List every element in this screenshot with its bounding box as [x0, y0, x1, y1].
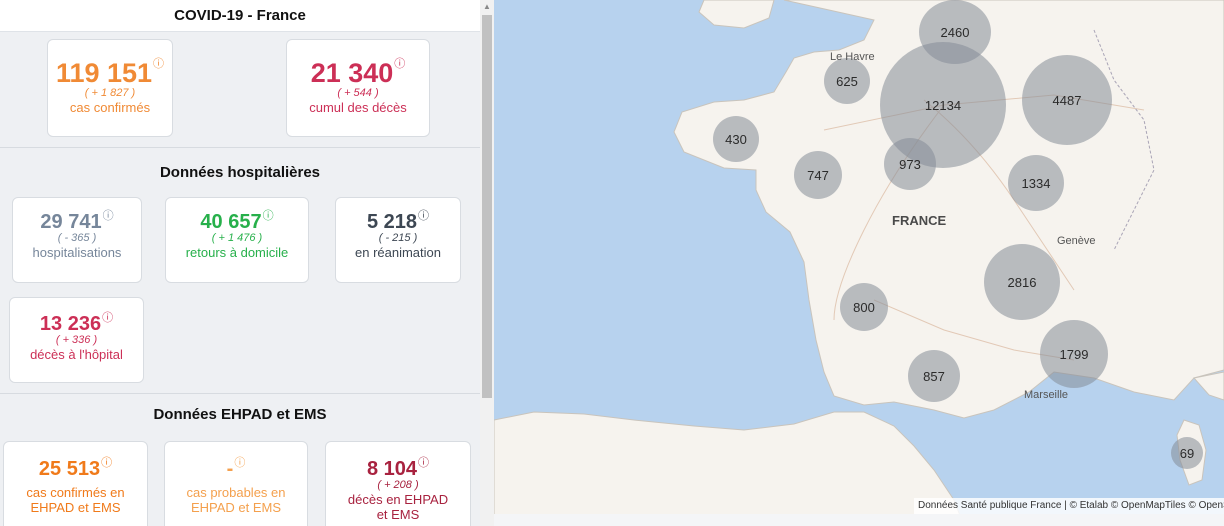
- info-icon[interactable]: ⓘ: [102, 312, 113, 324]
- scroll-thumb[interactable]: [482, 15, 492, 398]
- cluster-marker[interactable]: 1334: [1008, 155, 1064, 211]
- info-icon[interactable]: ⓘ: [263, 210, 274, 222]
- hospitalisations-card: 29 741ⓘ ( - 365 ) hospitalisations: [12, 197, 142, 283]
- cluster-marker[interactable]: 430: [713, 116, 759, 162]
- stats-panel: COVID-19 - France 119 151ⓘ ( + 1 827 ) c…: [0, 0, 480, 526]
- place-label: Marseille: [1024, 389, 1069, 401]
- cluster-marker[interactable]: 625: [824, 58, 870, 104]
- confirmed-cases-delta: ( + 1 827 ): [84, 87, 136, 99]
- cluster-marker[interactable]: 2816: [984, 244, 1060, 320]
- info-icon[interactable]: ⓘ: [394, 58, 405, 70]
- returns-home-label: retours à domicile: [185, 245, 289, 260]
- info-icon[interactable]: ⓘ: [234, 457, 245, 469]
- ehpad-probable-label-2: EHPAD et EMS: [190, 500, 282, 515]
- cluster-marker[interactable]: 69: [1171, 437, 1203, 469]
- hospital-deaths-delta: ( + 336 ): [55, 334, 98, 346]
- ehpad-confirmed-value: 25 513: [38, 458, 101, 480]
- info-icon[interactable]: ⓘ: [103, 210, 114, 222]
- returns-home-card: 40 657ⓘ ( + 1 476 ) retours à domicile: [165, 197, 309, 283]
- icu-card: 5 218ⓘ ( - 215 ) en réanimation: [335, 197, 461, 283]
- ehpad-probable-value: -: [226, 458, 234, 480]
- divider: [0, 393, 480, 394]
- info-icon[interactable]: ⓘ: [101, 457, 112, 469]
- ehpad-probable-card: -ⓘ cas probables en EHPAD et EMS: [164, 441, 308, 526]
- hospitalisations-delta: ( - 365 ): [57, 232, 97, 244]
- hospitalisations-label: hospitalisations: [32, 245, 122, 260]
- deaths-value: 21 340: [310, 58, 394, 88]
- deaths-delta: ( + 544 ): [337, 87, 379, 99]
- info-icon[interactable]: ⓘ: [418, 210, 429, 222]
- ehpad-confirmed-label-2: EHPAD et EMS: [30, 500, 121, 515]
- ehpad-confirmed-label: cas confirmés en: [26, 485, 125, 500]
- icu-label: en réanimation: [355, 245, 441, 260]
- deaths-label: cumul des décès: [309, 100, 407, 115]
- cluster-marker[interactable]: 1799: [1040, 320, 1108, 388]
- map-bottom-strip: [494, 514, 1224, 526]
- map-view[interactable]: 2460 625 12134 4487 430 973 747 1334 281…: [494, 0, 1224, 526]
- cluster-marker[interactable]: 973: [884, 138, 936, 190]
- scroll-up-arrow-icon[interactable]: ▲: [480, 0, 494, 14]
- confirmed-cases-card: 119 151ⓘ ( + 1 827 ) cas confirmés: [47, 39, 173, 137]
- cluster-marker[interactable]: 857: [908, 350, 960, 402]
- panel-scrollbar[interactable]: ▲: [480, 0, 494, 526]
- deaths-card: 21 340ⓘ ( + 544 ) cumul des décès: [286, 39, 430, 137]
- returns-home-delta: ( + 1 476 ): [211, 232, 263, 244]
- hospitalisations-value: 29 741: [40, 211, 102, 233]
- map-attribution[interactable]: Données Santé publique France | © Etalab…: [914, 498, 1224, 514]
- confirmed-cases-value: 119 151: [55, 58, 153, 88]
- app-root: COVID-19 - France 119 151ⓘ ( + 1 827 ) c…: [0, 0, 1224, 526]
- icu-delta: ( - 215 ): [378, 232, 418, 244]
- hospital-deaths-label: décès à l'hôpital: [30, 347, 123, 362]
- cluster-marker[interactable]: 4487: [1022, 55, 1112, 145]
- hospital-section-title: Données hospitalières: [159, 164, 321, 181]
- info-icon[interactable]: ⓘ: [418, 457, 429, 469]
- hospital-deaths-card: 13 236ⓘ ( + 336 ) décès à l'hôpital: [9, 297, 144, 383]
- ehpad-probable-label: cas probables en: [186, 485, 286, 500]
- info-icon[interactable]: ⓘ: [153, 58, 164, 70]
- ehpad-deaths-delta: ( + 208 ): [377, 479, 419, 491]
- hospital-deaths-value: 13 236: [39, 313, 102, 335]
- cluster-marker[interactable]: 747: [794, 151, 842, 199]
- place-label: Le Havre: [830, 51, 875, 63]
- ehpad-deaths-label: décès en EHPAD: [347, 492, 449, 507]
- icu-value: 5 218: [366, 211, 418, 233]
- ehpad-deaths-value: 8 104: [366, 458, 418, 480]
- ehpad-confirmed-card: 25 513ⓘ cas confirmés en EHPAD et EMS: [3, 441, 148, 526]
- panel-title: COVID-19 - France: [0, 0, 480, 32]
- confirmed-cases-label: cas confirmés: [69, 100, 151, 115]
- cluster-marker[interactable]: 800: [840, 283, 888, 331]
- ehpad-section-title: Données EHPAD et EMS: [153, 406, 327, 423]
- country-label: FRANCE: [892, 213, 947, 228]
- returns-home-value: 40 657: [200, 211, 262, 233]
- ehpad-deaths-label-2: et EMS: [376, 507, 420, 522]
- place-label: Genève: [1057, 235, 1096, 247]
- divider: [0, 147, 480, 148]
- ehpad-deaths-card: 8 104ⓘ ( + 208 ) décès en EHPAD et EMS: [325, 441, 471, 526]
